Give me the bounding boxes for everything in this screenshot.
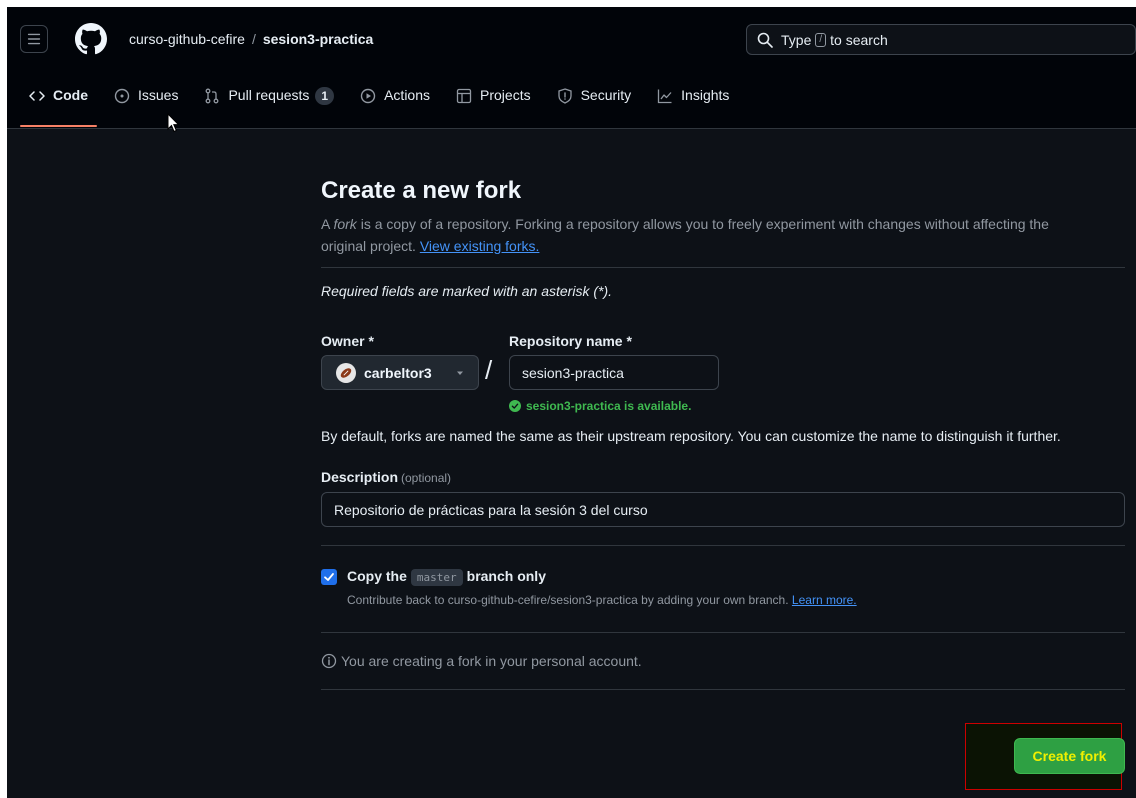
optional-hint: (optional): [401, 471, 452, 485]
copy-text: branch only: [466, 568, 546, 584]
copy-help-text: Contribute back to curso-github-cefire/s…: [347, 593, 789, 607]
divider: [321, 545, 1125, 546]
personal-account-note: You are creating a fork in your personal…: [321, 653, 1125, 669]
tab-label: Projects: [480, 87, 531, 103]
search-icon: [757, 32, 773, 48]
divider: [321, 689, 1125, 690]
code-icon: [29, 91, 45, 101]
owner-repo-separator: /: [485, 355, 493, 385]
breadcrumb-separator: /: [251, 31, 256, 47]
fork-intro: A fork is a copy of a repository. Forkin…: [321, 213, 1081, 257]
fork-term: fork: [333, 216, 357, 232]
menu-button[interactable]: [20, 25, 48, 53]
availability-message: sesion3-practica is available.: [509, 399, 691, 413]
search-suffix: to search: [830, 31, 888, 48]
graph-icon: [658, 89, 672, 104]
pull-request-icon: [206, 88, 219, 104]
mouse-pointer-icon: [167, 113, 180, 133]
copy-branch-option: Copy the master branch only Contribute bac…: [321, 568, 1125, 632]
table-icon: [456, 88, 472, 104]
copy-branch-label[interactable]: Copy the master branch only: [347, 568, 546, 586]
github-window: curso-github-cefire / sesion3-practica Typ…: [7, 7, 1136, 798]
tab-label: Actions: [384, 87, 431, 103]
org-link[interactable]: curso-github-cefire: [129, 31, 245, 47]
tab-security[interactable]: Security: [548, 81, 641, 127]
description-label: Description (optional): [321, 469, 1125, 485]
owner-select[interactable]: carbeltor3: [321, 355, 479, 390]
repo-name-label: Repository name *: [509, 333, 632, 349]
search-input[interactable]: Type / to search: [746, 24, 1136, 55]
description-label-text: Description: [321, 469, 399, 485]
tab-label: Pull requests: [228, 87, 310, 103]
tab-projects[interactable]: Projects: [447, 81, 540, 127]
owner-label: Owner *: [321, 333, 374, 349]
tab-pull-requests[interactable]: Pull requests 1: [195, 81, 343, 127]
tab-label: Issues: [138, 87, 179, 103]
description-input[interactable]: [321, 492, 1125, 527]
tab-insights[interactable]: Insights: [648, 81, 738, 127]
tab-actions[interactable]: Actions: [351, 81, 439, 127]
repo-tabs: Code Issues Pull requests 1 Actions Proj…: [20, 81, 746, 127]
copy-text: Copy the: [347, 568, 407, 584]
checkmark-icon: [324, 573, 334, 581]
owner-name: carbeltor3: [364, 364, 432, 381]
play-icon: [360, 88, 376, 104]
check-circle-icon: [509, 400, 521, 412]
owner-repo-row: Owner * Repository name * carbeltor3 / s…: [321, 333, 1125, 423]
tab-code[interactable]: Code: [20, 81, 97, 127]
repo-header: curso-github-cefire / sesion3-practica Typ…: [7, 7, 1136, 129]
caret-down-icon: [457, 371, 463, 375]
personal-note-text: You are creating a fork in your personal…: [341, 653, 642, 669]
shield-icon: [557, 88, 572, 104]
hamburger-icon: [27, 33, 41, 45]
default-name-note: By default, forks are named the same as …: [321, 428, 1061, 444]
divider: [321, 632, 1125, 633]
intro-text: A: [321, 216, 334, 232]
football-icon: [340, 367, 352, 378]
view-existing-forks-link[interactable]: View existing forks.: [420, 238, 540, 254]
issue-icon: [114, 88, 130, 104]
availability-text: sesion3-practica is available.: [526, 399, 692, 413]
tab-label: Insights: [681, 87, 730, 103]
tab-label: Security: [580, 87, 632, 103]
copy-branch-checkbox[interactable]: [321, 569, 337, 585]
repo-link[interactable]: sesion3-practica: [263, 31, 374, 47]
learn-more-link[interactable]: Learn more.: [792, 593, 857, 607]
info-icon: [321, 653, 337, 669]
required-fields-note: Required fields are marked with an aster…: [321, 283, 613, 299]
search-prefix: Type: [781, 31, 812, 48]
pull-request-count: 1: [315, 87, 335, 105]
search-shortcut-key: /: [815, 32, 827, 47]
avatar: [336, 362, 356, 383]
tab-label: Code: [53, 87, 88, 103]
branch-name: master: [410, 569, 463, 586]
breadcrumb: curso-github-cefire / sesion3-practica: [129, 31, 373, 47]
create-fork-button[interactable]: Create fork: [1014, 738, 1125, 774]
page-title: Create a new fork: [321, 177, 522, 204]
repository-name-input[interactable]: [509, 355, 719, 390]
divider: [321, 267, 1125, 268]
github-logo-icon[interactable]: [75, 23, 107, 55]
fork-form: Create a new fork A fork is a copy of a …: [321, 177, 1125, 690]
copy-branch-help: Contribute back to curso-github-cefire/s…: [347, 593, 857, 607]
